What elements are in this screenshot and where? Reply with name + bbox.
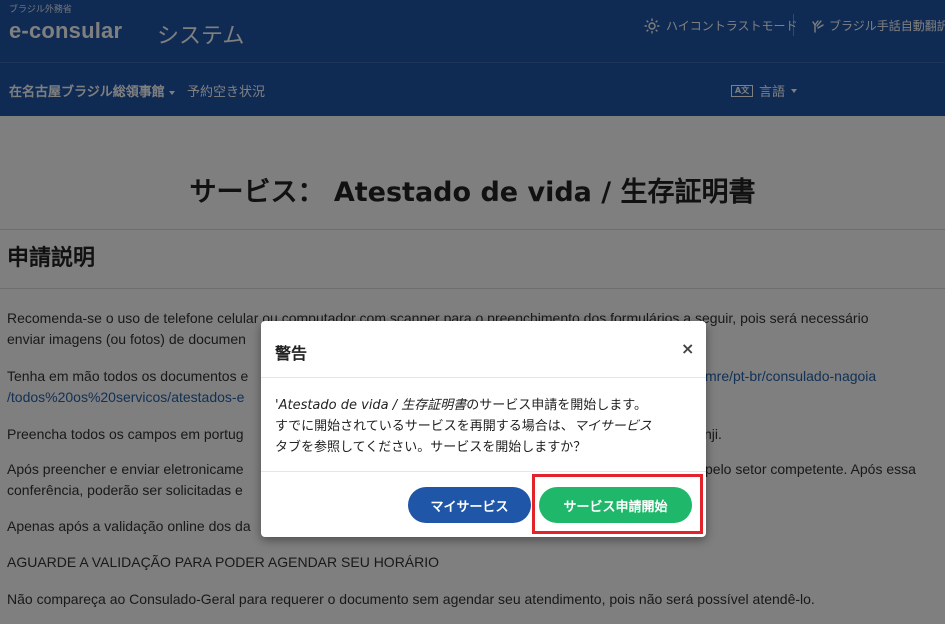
- close-icon[interactable]: ×: [681, 339, 694, 358]
- message-text: タブを参照してください。サービスを開始しますか？: [275, 440, 587, 455]
- dialog-message: 'Atestado de vida / 生存証明書のサービス申請を開始します。 …: [275, 395, 695, 458]
- message-text: のサービス申請を開始します。: [466, 398, 647, 413]
- my-services-button[interactable]: マイサービス: [408, 487, 531, 523]
- highlight-box: [532, 474, 703, 534]
- message-text: すでに開始されているサービスを再開する場合は、: [275, 419, 574, 434]
- dialog-header: 警告 ×: [261, 321, 706, 378]
- dialog-title: 警告: [275, 344, 308, 363]
- service-name: Atestado de vida / 生存証明書: [278, 398, 467, 413]
- my-services-reference: マイサービス: [573, 419, 652, 434]
